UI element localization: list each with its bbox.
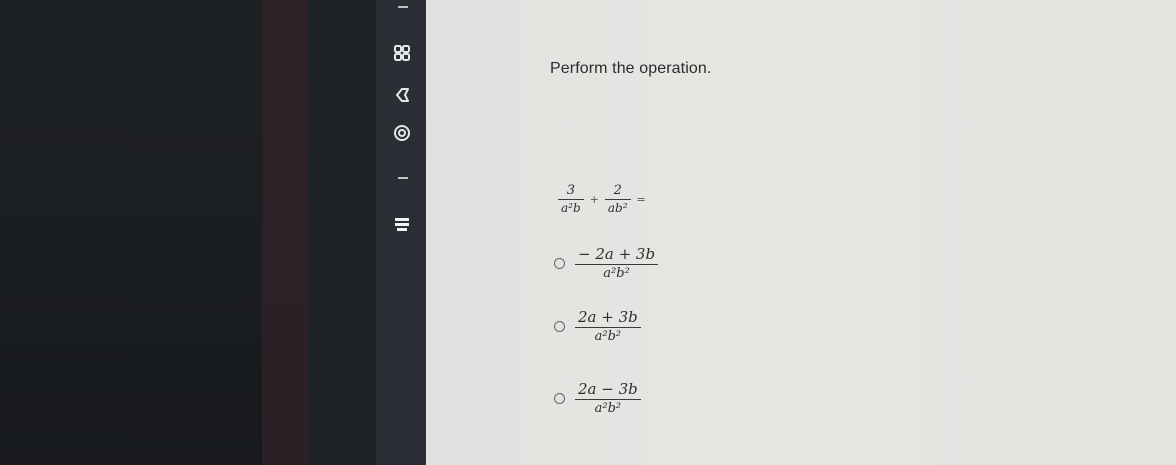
fraction-term1: 3 a²b (558, 183, 584, 215)
fraction-denominator: a²b (561, 201, 581, 215)
fraction-denominator: a²b² (594, 401, 622, 416)
equals-sign: = (636, 192, 646, 206)
radio-button[interactable] (554, 258, 565, 269)
sidebar-divider (398, 177, 408, 179)
fraction-bar (558, 199, 584, 200)
settings-icon[interactable] (393, 124, 411, 142)
background-strip (262, 0, 310, 465)
fraction-numerator: 2 (613, 183, 622, 198)
fraction-numerator: 2a + 3b (578, 308, 638, 326)
fraction-numerator: − 2a + 3b (578, 245, 656, 263)
answer-choice-2[interactable]: 2a + 3b a²b² (554, 309, 641, 344)
answer-choice-3[interactable]: 2a − 3b a²b² (554, 381, 641, 416)
operator-plus: + (589, 192, 599, 206)
fraction-term2: 2 ab² (604, 183, 631, 215)
radio-button[interactable] (554, 321, 565, 332)
choice-fraction: 2a − 3b a²b² (575, 381, 641, 416)
grid-icon[interactable] (393, 44, 411, 62)
answer-choice-1[interactable]: − 2a + 3b a²b² (554, 245, 659, 281)
fraction-denominator: ab² (607, 201, 628, 215)
fraction-bar (604, 199, 631, 200)
choice-fraction: − 2a + 3b a²b² (575, 245, 659, 281)
fraction-bar (575, 399, 641, 400)
fraction-denominator: a²b² (594, 329, 622, 344)
fraction-bar (575, 264, 659, 265)
question-pane: Perform the operation. 3 a²b + 2 ab² = −… (426, 0, 1176, 465)
fraction-numerator: 2a − 3b (578, 380, 638, 398)
back-arrow-icon[interactable] (393, 86, 411, 104)
monitor-bezel (0, 0, 265, 465)
fraction-numerator: 3 (566, 183, 575, 198)
choice-fraction: 2a + 3b a²b² (575, 309, 641, 344)
menu-icon[interactable] (393, 216, 411, 234)
problem-expression: 3 a²b + 2 ab² = (558, 183, 646, 215)
sidebar-divider (398, 6, 408, 8)
background-gap (308, 0, 378, 465)
radio-button[interactable] (554, 393, 565, 404)
question-prompt: Perform the operation. (550, 60, 712, 77)
sidebar (376, 0, 426, 465)
fraction-denominator: a²b² (603, 266, 630, 281)
fraction-bar (575, 327, 641, 328)
